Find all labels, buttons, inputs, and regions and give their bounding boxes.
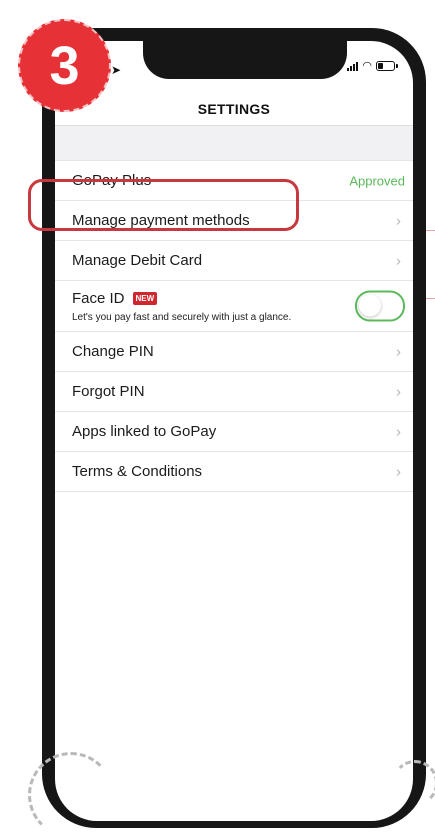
face-id-description: Let's you pay fast and securely with jus… <box>72 311 292 323</box>
chevron-right-icon: › <box>396 343 401 360</box>
new-badge: NEW <box>132 291 158 305</box>
settings-item-label: Terms & Conditions <box>72 463 203 480</box>
settings-item-label: Face ID <box>72 289 125 307</box>
face-id-toggle[interactable] <box>355 290 405 322</box>
battery-icon <box>376 61 398 71</box>
location-icon: ➤ <box>111 63 122 77</box>
status-icons: ◠ <box>347 60 398 72</box>
face-id-header: Face ID NEW <box>72 289 158 307</box>
chevron-right-icon: › <box>396 423 401 440</box>
phone-screen: ➤ ◠ SETTINGS GoPay Plus Approved Manage … <box>55 41 413 821</box>
settings-item-label: Apps linked to GoPay <box>72 423 217 440</box>
decorative-dashed-arc <box>28 752 114 838</box>
settings-item-face-id: Face ID NEW Let's you pay fast and secur… <box>55 281 413 332</box>
toggle-knob <box>359 294 381 317</box>
signal-icon <box>347 61 359 71</box>
settings-item-apps-linked[interactable]: Apps linked to GoPay › <box>55 412 413 452</box>
section-spacer <box>55 126 413 160</box>
settings-item-change-pin[interactable]: Change PIN › <box>55 332 413 372</box>
settings-item-label: Change PIN <box>72 343 154 360</box>
highlight-frame <box>28 179 299 231</box>
phone-notch <box>143 41 347 79</box>
settings-item-terms-conditions[interactable]: Terms & Conditions › <box>55 452 413 492</box>
chevron-right-icon: › <box>396 463 401 480</box>
settings-item-forgot-pin[interactable]: Forgot PIN › <box>55 372 413 412</box>
step-number-badge: 3 <box>18 19 111 112</box>
wifi-icon: ◠ <box>362 60 372 72</box>
chevron-right-icon: › <box>396 252 401 269</box>
phone-frame: ➤ ◠ SETTINGS GoPay Plus Approved Manage … <box>42 28 426 828</box>
chevron-right-icon: › <box>396 383 401 400</box>
page-title: SETTINGS <box>197 101 271 117</box>
settings-item-label: Forgot PIN <box>72 383 145 400</box>
chevron-right-icon: › <box>396 212 401 229</box>
settings-item-label: Manage Debit Card <box>72 252 203 269</box>
approved-status: Approved <box>349 173 405 188</box>
settings-item-manage-debit-card[interactable]: Manage Debit Card › <box>55 241 413 281</box>
decorative-dashed-arc <box>392 760 435 806</box>
